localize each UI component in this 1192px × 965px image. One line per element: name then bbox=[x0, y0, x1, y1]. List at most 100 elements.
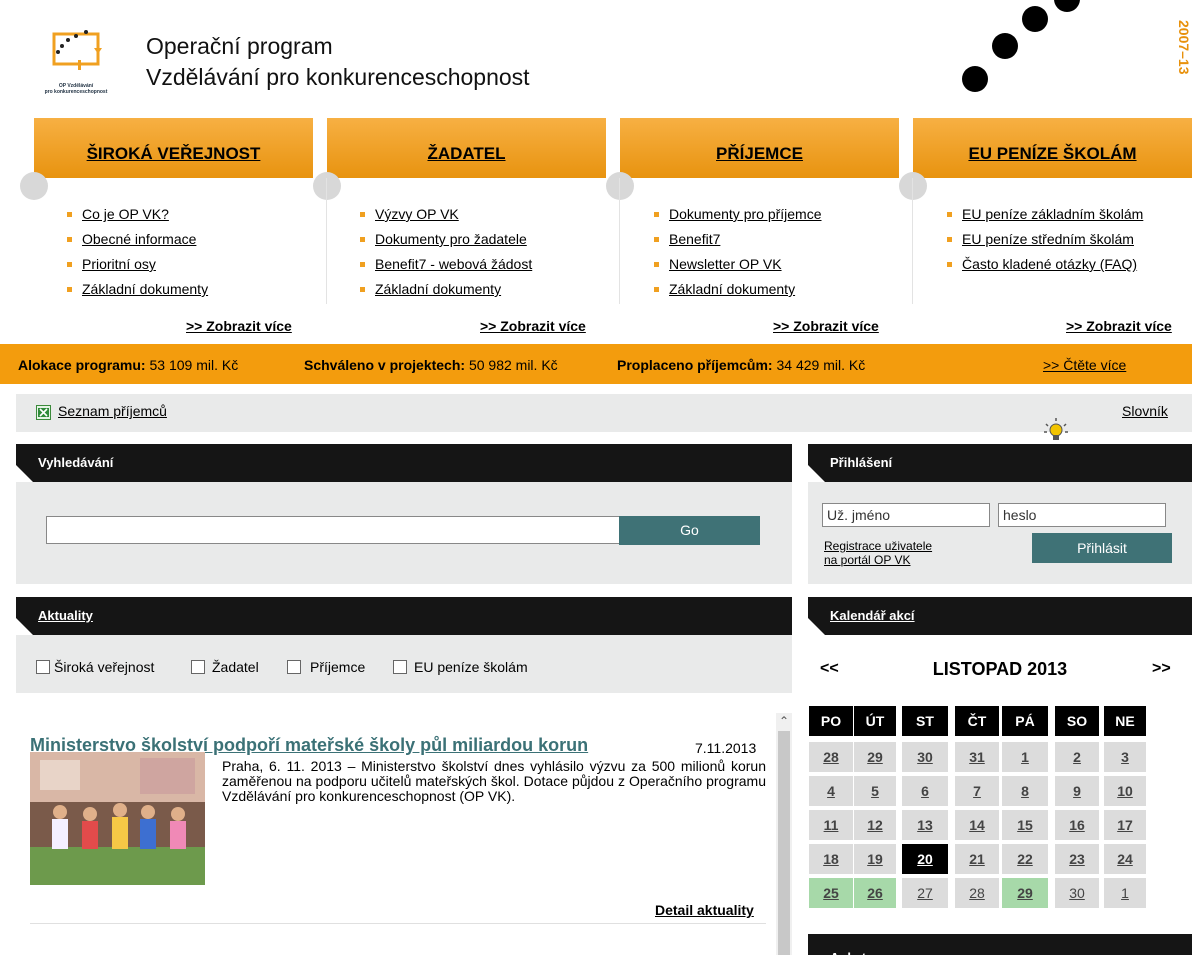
nav-link[interactable]: Výzvy OP VK bbox=[375, 206, 459, 222]
nav-link[interactable]: Obecné informace bbox=[82, 231, 196, 247]
calendar-day[interactable]: 8 bbox=[1002, 776, 1048, 806]
tab-eu-penize-skolam[interactable]: EU PENÍZE ŠKOLÁM bbox=[913, 118, 1192, 178]
calendar-day[interactable]: 18 bbox=[809, 844, 853, 874]
news-detail-link[interactable]: Detail aktuality bbox=[655, 902, 754, 918]
calendar-day[interactable]: 26 bbox=[854, 878, 896, 908]
filter-checkbox-zadatel[interactable] bbox=[191, 660, 205, 674]
nav-item[interactable]: Dokumenty pro příjemce bbox=[651, 204, 822, 229]
calendar-day[interactable]: 25 bbox=[809, 878, 853, 908]
nav-link[interactable]: Newsletter OP VK bbox=[669, 256, 782, 272]
nav-item[interactable]: Benefit7 bbox=[651, 229, 822, 254]
calendar-day[interactable]: 2 bbox=[1055, 742, 1099, 772]
nav-item[interactable]: EU peníze základním školám bbox=[944, 204, 1143, 229]
login-submit-button[interactable]: Přihlásit bbox=[1032, 533, 1172, 563]
tab-label[interactable]: ŽADATEL bbox=[327, 144, 606, 164]
nav-item[interactable]: EU peníze středním školám bbox=[944, 229, 1143, 254]
filter-checkbox-prijemce[interactable] bbox=[287, 660, 301, 674]
calendar-panel-title[interactable]: Kalendář akcí bbox=[830, 608, 915, 623]
nav-link[interactable]: Dokumenty pro příjemce bbox=[669, 206, 822, 222]
register-link-line2[interactable]: na portál OP VK bbox=[824, 553, 911, 567]
nav-link[interactable]: Co je OP VK? bbox=[82, 206, 169, 222]
nav-item[interactable]: Newsletter OP VK bbox=[651, 254, 822, 279]
nav-item[interactable]: Často kladené otázky (FAQ) bbox=[944, 254, 1143, 279]
register-link[interactable]: Registrace uživatele na portál OP VK bbox=[824, 539, 932, 567]
calendar-day[interactable]: 30 bbox=[902, 742, 948, 772]
calendar-day[interactable]: 30 bbox=[1055, 878, 1099, 908]
show-more-link[interactable]: >> Zobrazit více bbox=[773, 318, 879, 334]
username-field[interactable] bbox=[822, 503, 990, 527]
scroll-up-icon[interactable]: ⌃ bbox=[778, 713, 790, 729]
calendar-day[interactable]: 5 bbox=[854, 776, 896, 806]
calendar-next-button[interactable]: >> bbox=[1152, 660, 1171, 678]
search-input[interactable] bbox=[46, 516, 620, 544]
search-go-button[interactable]: Go bbox=[619, 516, 760, 545]
calendar-day[interactable]: 16 bbox=[1055, 810, 1099, 840]
scrollbar-thumb[interactable] bbox=[778, 731, 790, 955]
nav-link[interactable]: Benefit7 bbox=[669, 231, 720, 247]
nav-item[interactable]: Výzvy OP VK bbox=[357, 204, 532, 229]
nav-link[interactable]: Benefit7 - webová žádost bbox=[375, 256, 532, 272]
calendar-day[interactable]: 1 bbox=[1104, 878, 1146, 908]
calendar-day[interactable]: 29 bbox=[1002, 878, 1048, 908]
nav-link[interactable]: Prioritní osy bbox=[82, 256, 156, 272]
nav-item[interactable]: Základní dokumenty bbox=[64, 279, 208, 304]
op-vk-logo[interactable] bbox=[48, 26, 106, 82]
show-more-link[interactable]: >> Zobrazit více bbox=[480, 318, 586, 334]
calendar-day[interactable]: 3 bbox=[1104, 742, 1146, 772]
calendar-day[interactable]: 27 bbox=[902, 878, 948, 908]
calendar-day[interactable]: 23 bbox=[1055, 844, 1099, 874]
show-more-link[interactable]: >> Zobrazit více bbox=[1066, 318, 1172, 334]
calendar-day[interactable]: 31 bbox=[955, 742, 999, 772]
nav-link[interactable]: EU peníze základním školám bbox=[962, 206, 1143, 222]
calendar-day[interactable]: 9 bbox=[1055, 776, 1099, 806]
calendar-day[interactable]: 1 bbox=[1002, 742, 1048, 772]
tab-label[interactable]: ŠIROKÁ VEŘEJNOST bbox=[34, 144, 313, 164]
nav-link[interactable]: Základní dokumenty bbox=[669, 281, 795, 297]
calendar-day[interactable]: 22 bbox=[1002, 844, 1048, 874]
nav-item[interactable]: Dokumenty pro žadatele bbox=[357, 229, 532, 254]
password-field[interactable] bbox=[998, 503, 1166, 527]
calendar-day[interactable]: 19 bbox=[854, 844, 896, 874]
nav-link[interactable]: Základní dokumenty bbox=[375, 281, 501, 297]
news-scrollbar[interactable]: ⌃ bbox=[776, 713, 792, 955]
recipients-list-link[interactable]: Seznam příjemců bbox=[58, 403, 167, 419]
filter-checkbox-siroka-verejnost[interactable] bbox=[36, 660, 50, 674]
calendar-day[interactable]: 7 bbox=[955, 776, 999, 806]
nav-link[interactable]: EU peníze středním školám bbox=[962, 231, 1134, 247]
nav-item[interactable]: Základní dokumenty bbox=[357, 279, 532, 304]
calendar-day[interactable]: 14 bbox=[955, 810, 999, 840]
nav-item[interactable]: Základní dokumenty bbox=[651, 279, 822, 304]
register-link-line1[interactable]: Registrace uživatele bbox=[824, 539, 932, 553]
calendar-day[interactable]: 28 bbox=[955, 878, 999, 908]
nav-link[interactable]: Často kladené otázky (FAQ) bbox=[962, 256, 1137, 272]
nav-link[interactable]: Dokumenty pro žadatele bbox=[375, 231, 527, 247]
calendar-day[interactable]: 28 bbox=[809, 742, 853, 772]
nav-item[interactable]: Co je OP VK? bbox=[64, 204, 208, 229]
calendar-day[interactable]: 6 bbox=[902, 776, 948, 806]
read-more-link[interactable]: >> Čtěte více bbox=[1043, 357, 1126, 373]
calendar-day[interactable]: 4 bbox=[809, 776, 853, 806]
nav-item[interactable]: Obecné informace bbox=[64, 229, 208, 254]
lightbulb-icon[interactable] bbox=[1042, 416, 1070, 444]
calendar-day[interactable]: 17 bbox=[1104, 810, 1146, 840]
calendar-day[interactable]: 13 bbox=[902, 810, 948, 840]
glossary-link[interactable]: Slovník bbox=[1122, 403, 1168, 419]
tab-zadatel[interactable]: ŽADATEL bbox=[327, 118, 606, 178]
nav-link[interactable]: Základní dokumenty bbox=[82, 281, 208, 297]
tab-siroka-verejnost[interactable]: ŠIROKÁ VEŘEJNOST bbox=[34, 118, 313, 178]
calendar-day[interactable]: 29 bbox=[854, 742, 896, 772]
tab-prijemce[interactable]: PŘÍJEMCE bbox=[620, 118, 899, 178]
news-panel-title[interactable]: Aktuality bbox=[38, 608, 93, 623]
tab-label[interactable]: PŘÍJEMCE bbox=[620, 144, 899, 164]
nav-item[interactable]: Benefit7 - webová žádost bbox=[357, 254, 532, 279]
show-more-link[interactable]: >> Zobrazit více bbox=[186, 318, 292, 334]
calendar-day[interactable]: 24 bbox=[1104, 844, 1146, 874]
tab-label[interactable]: EU PENÍZE ŠKOLÁM bbox=[913, 144, 1192, 164]
calendar-day[interactable]: 12 bbox=[854, 810, 896, 840]
nav-item[interactable]: Prioritní osy bbox=[64, 254, 208, 279]
calendar-day[interactable]: 11 bbox=[809, 810, 853, 840]
calendar-day[interactable]: 15 bbox=[1002, 810, 1048, 840]
calendar-day[interactable]: 10 bbox=[1104, 776, 1146, 806]
calendar-day[interactable]: 20 bbox=[902, 844, 948, 874]
filter-checkbox-eu-penize[interactable] bbox=[393, 660, 407, 674]
